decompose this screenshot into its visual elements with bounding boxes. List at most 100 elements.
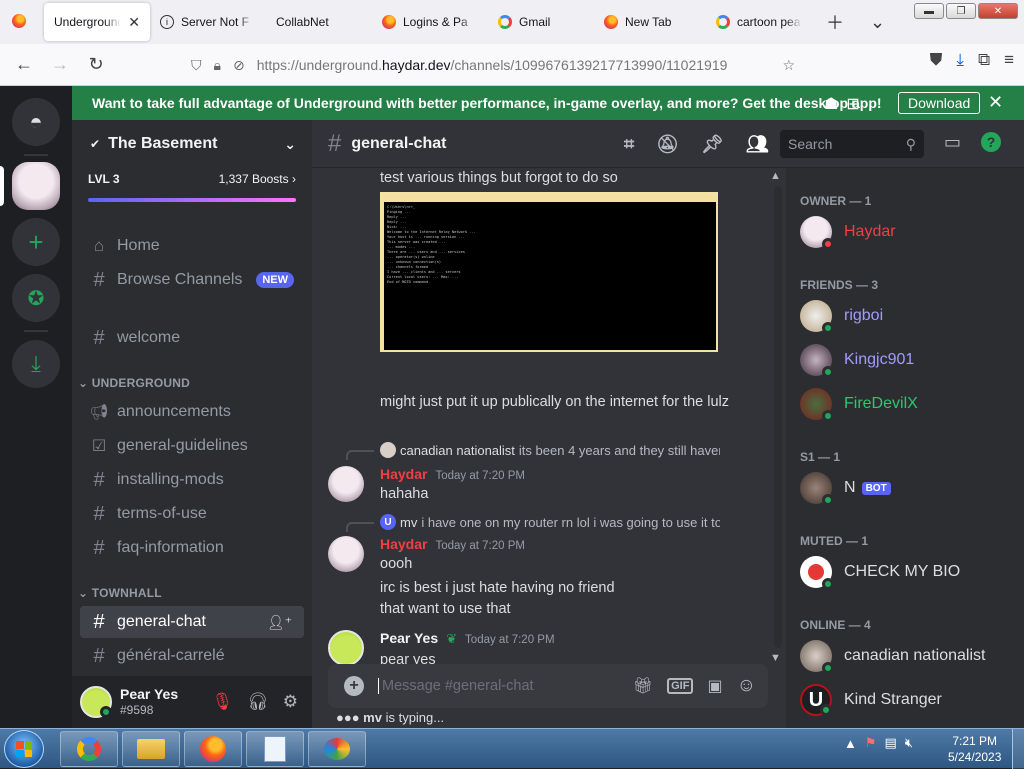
- notification-bell-muted-icon[interactable]: 🔕︎: [656, 134, 679, 155]
- taskbar-paint[interactable]: [308, 731, 366, 767]
- message-author[interactable]: Haydar: [380, 536, 427, 552]
- channel-general-chat[interactable]: # general-chat 👤︎⁺: [80, 606, 304, 638]
- channel-installing-mods[interactable]: # installing-mods: [80, 464, 304, 496]
- maximize-button[interactable]: ❐: [946, 3, 976, 19]
- taskbar-explorer[interactable]: [122, 731, 180, 767]
- show-hidden-icons-icon[interactable]: ▲: [844, 736, 857, 751]
- scrollbar[interactable]: [774, 186, 782, 648]
- tab-gmail[interactable]: Gmail: [488, 3, 594, 41]
- sidebar-item-browse-channels[interactable]: # Browse Channels NEW: [80, 264, 304, 296]
- scroll-up-icon[interactable]: ▲: [770, 170, 781, 182]
- avatar[interactable]: [328, 536, 364, 572]
- sidebar-item-home[interactable]: ⌂ Home: [80, 230, 304, 262]
- explore-compass-icon[interactable]: ✪: [12, 274, 60, 322]
- minimize-button[interactable]: ▬: [914, 3, 944, 19]
- gear-icon[interactable]: ⚙: [283, 692, 298, 712]
- taskbar-notepad[interactable]: [246, 731, 304, 767]
- back-button[interactable]: ←: [6, 50, 42, 80]
- emoji-icon[interactable]: ☺: [737, 675, 756, 697]
- channel-label: faq-information: [117, 539, 224, 556]
- avatar[interactable]: [328, 466, 364, 502]
- server-icon-the-basement[interactable]: [12, 162, 60, 210]
- url-text[interactable]: https://underground.haydar.dev/channels/…: [257, 57, 737, 73]
- start-button[interactable]: [4, 730, 44, 768]
- member-item[interactable]: rigboi: [800, 300, 883, 334]
- channel-general-guidelines[interactable]: ☑ general-guidelines: [80, 430, 304, 462]
- reload-button[interactable]: ↻: [78, 50, 114, 80]
- close-tab-icon[interactable]: ✕: [128, 14, 140, 31]
- message-author[interactable]: Pear Yes: [380, 630, 438, 646]
- tab-logins[interactable]: Logins & Pa: [372, 3, 488, 41]
- pocket-icon[interactable]: ⛊: [930, 50, 943, 70]
- boost-progress[interactable]: LVL 3 1,337 Boosts ›: [72, 168, 312, 202]
- member-list-icon[interactable]: 👥︎: [746, 134, 769, 155]
- download-apps-icon[interactable]: ⤓: [12, 340, 60, 388]
- reply-preview[interactable]: canadian nationalist its been 4 years an…: [380, 442, 720, 458]
- add-attachment-icon[interactable]: +: [344, 676, 364, 696]
- pin-icon[interactable]: 📌︎: [701, 134, 724, 155]
- message-input[interactable]: [378, 678, 633, 694]
- taskbar-firefox[interactable]: [184, 731, 242, 767]
- hashtag-icon: #: [93, 468, 105, 491]
- mute-mic-icon[interactable]: 🎙︎: [212, 692, 234, 712]
- taskbar-clock[interactable]: 7:21 PM 5/24/2023: [948, 733, 1001, 765]
- forward-button[interactable]: →: [42, 50, 78, 80]
- gift-icon[interactable]: 🎁︎: [633, 676, 653, 696]
- member-item[interactable]: canadian nationalist: [800, 640, 985, 674]
- new-tab-icon[interactable]: ＋: [826, 9, 844, 35]
- channel-announcements[interactable]: 📢︎ announcements: [80, 396, 304, 428]
- tab-collabnet[interactable]: CollabNet: [266, 3, 372, 41]
- network-icon[interactable]: ▤: [885, 735, 897, 751]
- reply-preview[interactable]: U mv i have one on my router rn lol i wa…: [380, 514, 720, 530]
- member-item[interactable]: N BOT: [800, 472, 891, 506]
- category-underground[interactable]: ⌄ UNDERGROUND: [78, 376, 190, 390]
- avatar[interactable]: [328, 630, 364, 666]
- invite-icon[interactable]: 👤︎⁺: [267, 614, 292, 631]
- dismiss-notice-icon[interactable]: ✕: [988, 92, 1003, 113]
- search-input[interactable]: Search ⚲: [780, 130, 924, 158]
- chevron-down-icon[interactable]: ⌄: [284, 136, 296, 153]
- sticker-icon[interactable]: ▣: [707, 676, 722, 696]
- message-author[interactable]: Haydar: [380, 466, 427, 482]
- member-item[interactable]: Haydar: [800, 216, 896, 250]
- threads-icon[interactable]: ⌗: [624, 134, 634, 155]
- scroll-down-icon[interactable]: ▼: [770, 652, 781, 664]
- permissions-icon[interactable]: ⊘: [233, 57, 245, 74]
- url-bar[interactable]: ⛉ 🔒︎ ⊘ https://underground.haydar.dev/ch…: [183, 49, 805, 81]
- download-button[interactable]: Download: [898, 92, 981, 114]
- member-item[interactable]: CHECK MY BIO: [800, 556, 960, 590]
- close-window-button[interactable]: ✕: [978, 3, 1018, 19]
- member-item[interactable]: FireDevilX: [800, 388, 918, 422]
- avatar[interactable]: [80, 686, 112, 718]
- lock-icon[interactable]: 🔒︎: [214, 57, 221, 74]
- channel-welcome[interactable]: # welcome: [80, 322, 304, 354]
- help-icon[interactable]: ?: [981, 132, 1002, 152]
- action-center-icon[interactable]: ⚑: [865, 735, 877, 751]
- menu-icon[interactable]: ≡: [1004, 50, 1014, 70]
- download-icon[interactable]: ⤓: [956, 50, 964, 70]
- discord-home-icon[interactable]: ◓: [12, 98, 60, 146]
- list-tabs-icon[interactable]: ⌄: [870, 12, 885, 33]
- tab-new-tab[interactable]: New Tab: [594, 3, 706, 41]
- add-server-icon[interactable]: +: [12, 218, 60, 266]
- channel-general-carrele[interactable]: # général-carrelé: [80, 640, 304, 672]
- gif-icon[interactable]: GIF: [667, 678, 694, 694]
- server-header[interactable]: ✔ The Basement ⌄: [72, 120, 312, 168]
- extensions-icon[interactable]: ⧉: [978, 50, 990, 70]
- volume-muted-icon[interactable]: 🔇︎: [905, 735, 913, 751]
- attached-image[interactable]: C:\Users\nr>_ Pinging ... Reply ... Repl…: [380, 192, 718, 352]
- inbox-icon[interactable]: ▭: [944, 132, 961, 153]
- headphones-icon[interactable]: 🎧︎: [247, 692, 269, 712]
- tab-cartoon-pear[interactable]: cartoon pea: [706, 3, 812, 41]
- tab-underground[interactable]: Underground ✕: [44, 3, 150, 41]
- channel-faq-information[interactable]: # faq-information: [80, 532, 304, 564]
- bookmark-star-icon[interactable]: ☆: [782, 57, 795, 74]
- category-townhall[interactable]: ⌄ TOWNHALL: [78, 586, 162, 600]
- show-desktop-button[interactable]: [1012, 729, 1024, 769]
- shield-icon[interactable]: ⛉: [191, 57, 202, 74]
- taskbar-chrome[interactable]: [60, 731, 118, 767]
- channel-terms-of-use[interactable]: # terms-of-use: [80, 498, 304, 530]
- member-item[interactable]: Kingjc901: [800, 344, 914, 378]
- tab-server-not-found[interactable]: i Server Not F: [150, 3, 266, 41]
- member-item[interactable]: U Kind Stranger: [800, 684, 942, 716]
